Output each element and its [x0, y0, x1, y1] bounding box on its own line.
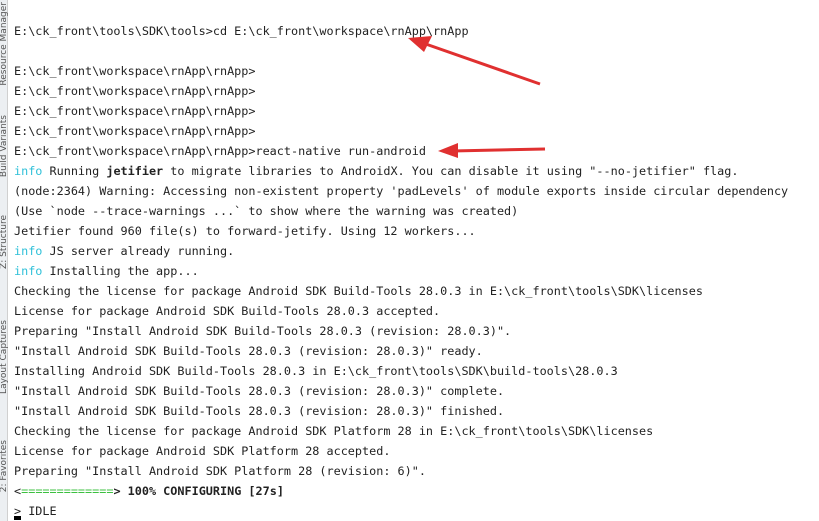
- annotation-arrows: [408, 36, 546, 158]
- arrow-annotation-cd: [408, 36, 541, 86]
- arrow-annotation-run-android: [438, 143, 546, 158]
